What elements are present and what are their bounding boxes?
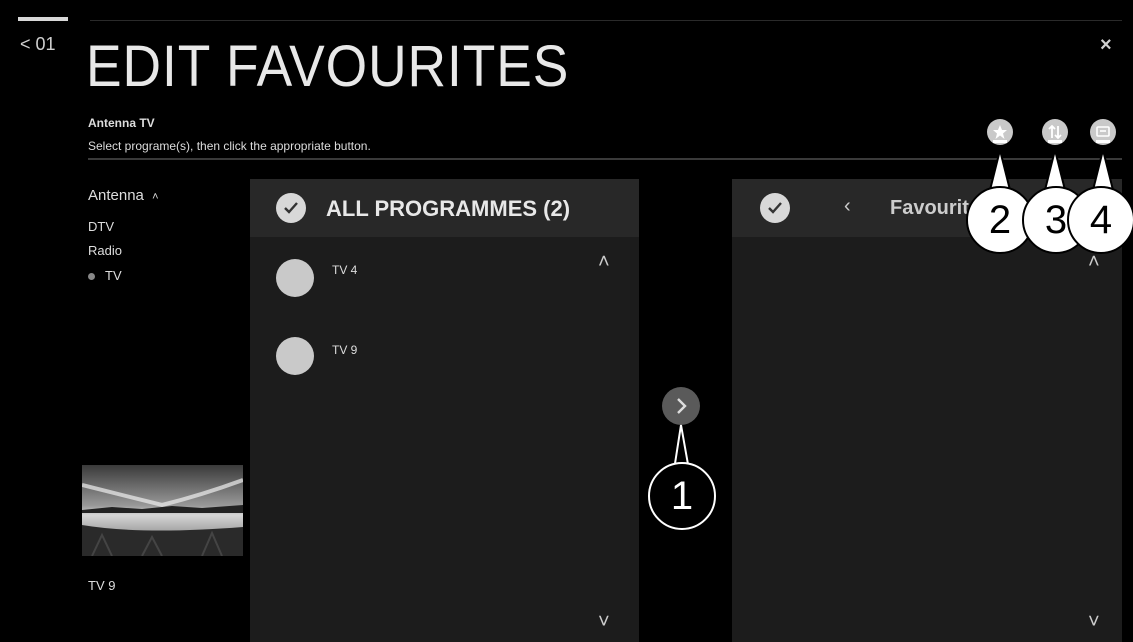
callout-pointers [672, 149, 1115, 471]
callout-4: 4 [1067, 186, 1133, 254]
callout-1: 1 [648, 462, 716, 530]
